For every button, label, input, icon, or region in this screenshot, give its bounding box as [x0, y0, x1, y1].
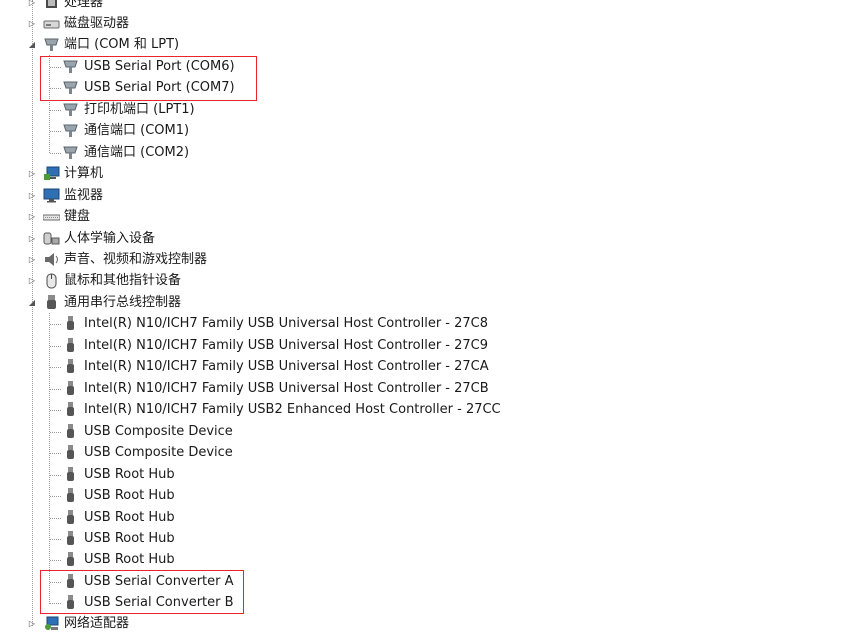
- category-label: 声音、视频和游戏控制器: [64, 252, 208, 267]
- category-label: 计算机: [64, 166, 104, 181]
- mouse-icon: [43, 272, 60, 289]
- usb-icon: [62, 315, 79, 332]
- network-adapter-icon: [43, 615, 60, 632]
- speaker-icon: [43, 251, 60, 268]
- port-icon: [43, 36, 60, 53]
- device-label: USB Root Hub: [84, 467, 175, 482]
- usb-icon: [62, 358, 79, 375]
- expand-arrow-icon[interactable]: ▷: [27, 255, 37, 265]
- device-label: USB Root Hub: [84, 488, 175, 503]
- usb-icon: [43, 294, 60, 311]
- expand-arrow-icon[interactable]: ▷: [27, 276, 37, 286]
- device-label: 打印机端口 (LPT1): [84, 102, 195, 117]
- usb-icon: [62, 509, 79, 526]
- hid-icon: [43, 230, 60, 247]
- expand-arrow-icon[interactable]: ▷: [27, 619, 37, 629]
- device-label: USB Root Hub: [84, 510, 175, 525]
- device-label: USB Composite Device: [84, 445, 233, 460]
- keyboard-icon: [42, 208, 61, 225]
- port-icon: [62, 122, 79, 139]
- highlight-box-serial-converters: [40, 570, 244, 614]
- usb-icon: [62, 466, 79, 483]
- category-label: 通用串行总线控制器: [64, 295, 182, 310]
- usb-icon: [62, 380, 79, 397]
- processor-icon: [43, 0, 60, 11]
- device-label: USB Root Hub: [84, 531, 175, 546]
- device-label: Intel(R) N10/ICH7 Family USB2 Enhanced H…: [84, 402, 501, 417]
- collapse-arrow-icon[interactable]: ◢: [27, 40, 37, 50]
- device-label: USB Root Hub: [84, 552, 175, 567]
- usb-icon: [62, 337, 79, 354]
- device-label: Intel(R) N10/ICH7 Family USB Universal H…: [84, 359, 489, 374]
- expand-arrow-icon[interactable]: ▷: [27, 234, 37, 244]
- usb-icon: [62, 551, 79, 568]
- expand-arrow-icon[interactable]: ▷: [27, 191, 37, 201]
- expand-arrow-icon[interactable]: ▷: [27, 19, 37, 29]
- category-label: 端口 (COM 和 LPT): [64, 37, 180, 52]
- device-label: USB Composite Device: [84, 424, 233, 439]
- collapse-arrow-icon[interactable]: ◢: [27, 298, 37, 308]
- tree-line-root: [32, 0, 33, 626]
- category-label: 处理器: [64, 0, 104, 10]
- computer-icon: [43, 165, 60, 182]
- device-label: 通信端口 (COM1): [84, 123, 190, 138]
- usb-icon: [62, 530, 79, 547]
- category-label: 键盘: [64, 209, 91, 224]
- device-tree: ▷ 处理器 ▷ 磁盘驱动器 ◢ 端口 (COM 和 LPT) USB Seria…: [0, 0, 844, 634]
- category-label: 人体学输入设备: [64, 231, 156, 246]
- category-label: 网络适配器: [64, 616, 130, 631]
- usb-icon: [62, 401, 79, 418]
- disk-drive-icon: [43, 15, 60, 32]
- expand-arrow-icon[interactable]: ▷: [27, 169, 37, 179]
- usb-icon: [62, 423, 79, 440]
- port-icon: [62, 101, 79, 118]
- highlight-box-serial-ports: [40, 56, 257, 101]
- usb-icon: [62, 444, 79, 461]
- device-label: Intel(R) N10/ICH7 Family USB Universal H…: [84, 338, 489, 353]
- monitor-icon: [43, 187, 60, 204]
- category-label: 磁盘驱动器: [64, 16, 130, 31]
- device-label: Intel(R) N10/ICH7 Family USB Universal H…: [84, 381, 489, 396]
- category-label: 监视器: [64, 188, 104, 203]
- port-icon: [62, 144, 79, 161]
- usb-icon: [62, 487, 79, 504]
- device-label: Intel(R) N10/ICH7 Family USB Universal H…: [84, 316, 489, 331]
- expand-arrow-icon[interactable]: ▷: [27, 212, 37, 222]
- category-label: 鼠标和其他指针设备: [64, 273, 182, 288]
- device-label: 通信端口 (COM2): [84, 145, 190, 160]
- expand-arrow-icon[interactable]: ▷: [27, 0, 37, 8]
